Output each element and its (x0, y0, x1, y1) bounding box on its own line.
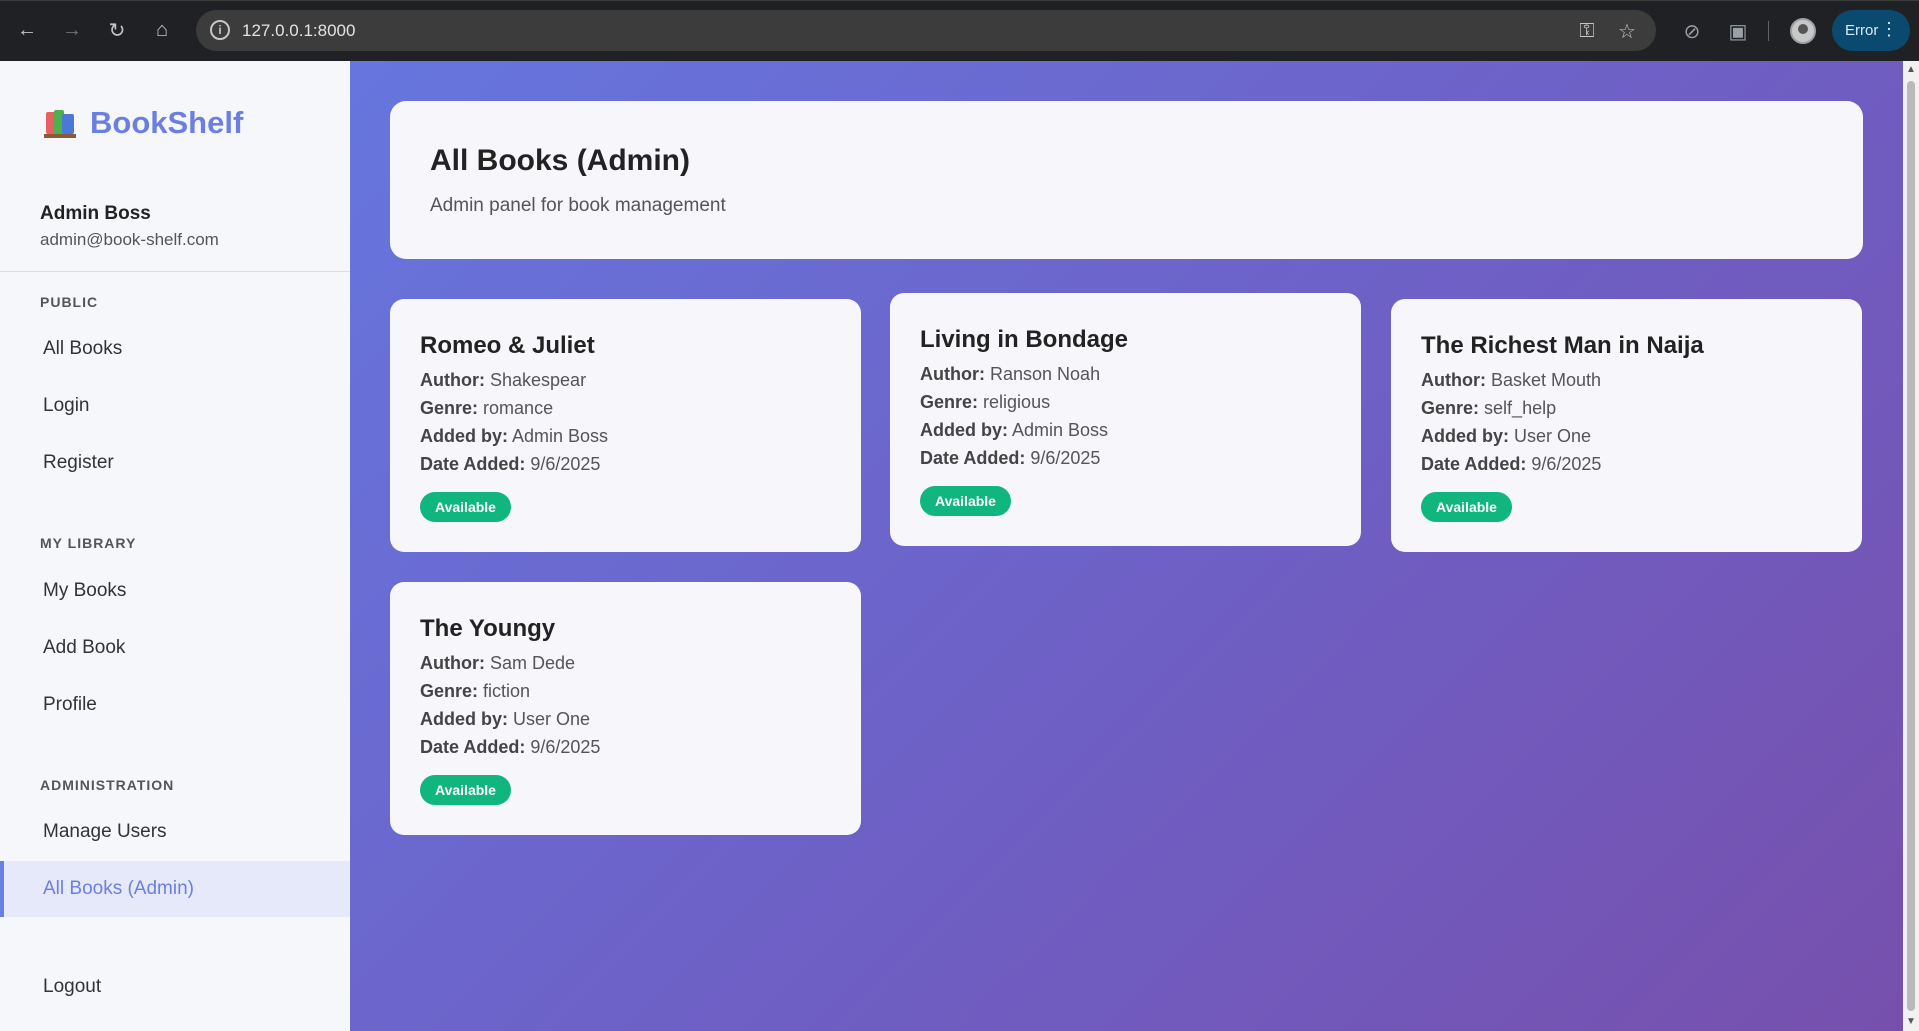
brand-name: BookShelf (90, 105, 244, 140)
book-card[interactable]: Romeo & Juliet Author: Shakespear Genre:… (390, 299, 861, 552)
book-added-by: Added by: User One (420, 709, 591, 729)
divider (0, 271, 350, 272)
book-title: Romeo & Juliet (420, 332, 595, 359)
browser-toolbar: ← → ↻ ⌂ i 127.0.0.1:8000 ⚿ ☆ ⊘ ▣ Error ⋮ (0, 0, 1919, 61)
home-icon[interactable]: ⌂ (148, 16, 176, 44)
brand[interactable]: BookShelf (44, 105, 243, 141)
more-vert-icon[interactable]: ⋮ (1880, 19, 1898, 39)
section-title-public: PUBLIC (40, 294, 99, 310)
book-card[interactable]: The Richest Man in Naija Author: Basket … (1391, 299, 1862, 552)
book-date-added: Date Added: 9/6/2025 (920, 448, 1101, 468)
sidebar-item-add-book[interactable]: Add Book (0, 620, 350, 676)
password-key-icon[interactable]: ⚿ (1576, 20, 1598, 42)
page-header: All Books (Admin) Admin panel for book m… (390, 101, 1863, 259)
scroll-up-icon[interactable]: ▲ (1906, 65, 1916, 75)
book-card[interactable]: The Youngy Author: Sam Dede Genre: ficti… (390, 582, 861, 835)
book-title: The Richest Man in Naija (1421, 332, 1704, 359)
scroll-thumb[interactable] (1907, 81, 1915, 1011)
toolbar-separator (1768, 21, 1769, 41)
page-subtitle: Admin panel for book management (430, 195, 726, 216)
sidebar-item-register[interactable]: Register (0, 435, 350, 491)
sidebar-item-login[interactable]: Login (0, 378, 350, 434)
book-added-by: Added by: User One (1421, 426, 1592, 446)
book-date-added: Date Added: 9/6/2025 (420, 454, 601, 474)
book-added-by: Added by: Admin Boss (420, 426, 609, 446)
user-name: Admin Boss (40, 203, 151, 224)
error-label: Error (1845, 22, 1879, 39)
sidebar-item-manage-users[interactable]: Manage Users (0, 804, 350, 860)
address-bar[interactable]: i 127.0.0.1:8000 ⚿ ☆ (196, 10, 1656, 51)
book-genre: Genre: fiction (420, 681, 531, 701)
book-author: Author: Basket Mouth (1421, 370, 1602, 390)
book-date-added: Date Added: 9/6/2025 (420, 737, 601, 757)
scroll-down-icon[interactable]: ▼ (1906, 1017, 1916, 1027)
book-title: Living in Bondage (920, 326, 1128, 353)
book-genre: Genre: self_help (1421, 398, 1557, 418)
sidebar-item-my-books[interactable]: My Books (0, 563, 350, 619)
sidebar: BookShelf Admin Boss admin@book-shelf.co… (0, 61, 350, 1031)
puzzle-icon[interactable]: ▣ (1726, 19, 1750, 43)
avatar[interactable] (1790, 18, 1816, 44)
page-title: All Books (Admin) (430, 144, 690, 177)
sidebar-item-profile[interactable]: Profile (0, 677, 350, 733)
back-icon[interactable]: ← (13, 16, 41, 44)
book-genre: Genre: religious (920, 392, 1051, 412)
sidebar-item-all-books-admin[interactable]: All Books (Admin) (0, 861, 350, 917)
reload-icon[interactable]: ↻ (103, 16, 131, 44)
book-author: Author: Ranson Noah (920, 364, 1101, 384)
extension-blocked-icon[interactable]: ⊘ (1680, 19, 1704, 43)
book-date-added: Date Added: 9/6/2025 (1421, 454, 1602, 474)
main-content: All Books (Admin) Admin panel for book m… (350, 61, 1903, 1031)
book-genre: Genre: romance (420, 398, 554, 418)
sidebar-item-logout[interactable]: Logout (0, 959, 350, 1015)
status-badge: Available (1421, 492, 1512, 522)
info-icon[interactable]: i (210, 20, 230, 40)
sidebar-item-all-books[interactable]: All Books (0, 321, 350, 377)
user-email: admin@book-shelf.com (40, 230, 219, 249)
status-badge: Available (420, 492, 511, 522)
books-logo-icon (44, 108, 76, 138)
page-scrollbar[interactable]: ▲ ▼ (1903, 61, 1919, 1031)
forward-icon[interactable]: → (58, 16, 86, 44)
book-title: The Youngy (420, 615, 556, 642)
section-title-administration: ADMINISTRATION (40, 777, 175, 793)
tabstrip-edge (0, 0, 1919, 1)
status-badge: Available (420, 775, 511, 805)
book-author: Author: Shakespear (420, 370, 587, 390)
url-text[interactable]: 127.0.0.1:8000 (242, 21, 355, 41)
star-icon[interactable]: ☆ (1616, 20, 1638, 43)
book-card[interactable]: Living in Bondage Author: Ranson Noah Ge… (890, 293, 1361, 546)
book-added-by: Added by: Admin Boss (920, 420, 1109, 440)
error-button[interactable]: Error ⋮ (1832, 10, 1910, 51)
section-title-my-library: MY LIBRARY (40, 535, 137, 551)
book-author: Author: Sam Dede (420, 653, 576, 673)
status-badge: Available (920, 486, 1011, 516)
